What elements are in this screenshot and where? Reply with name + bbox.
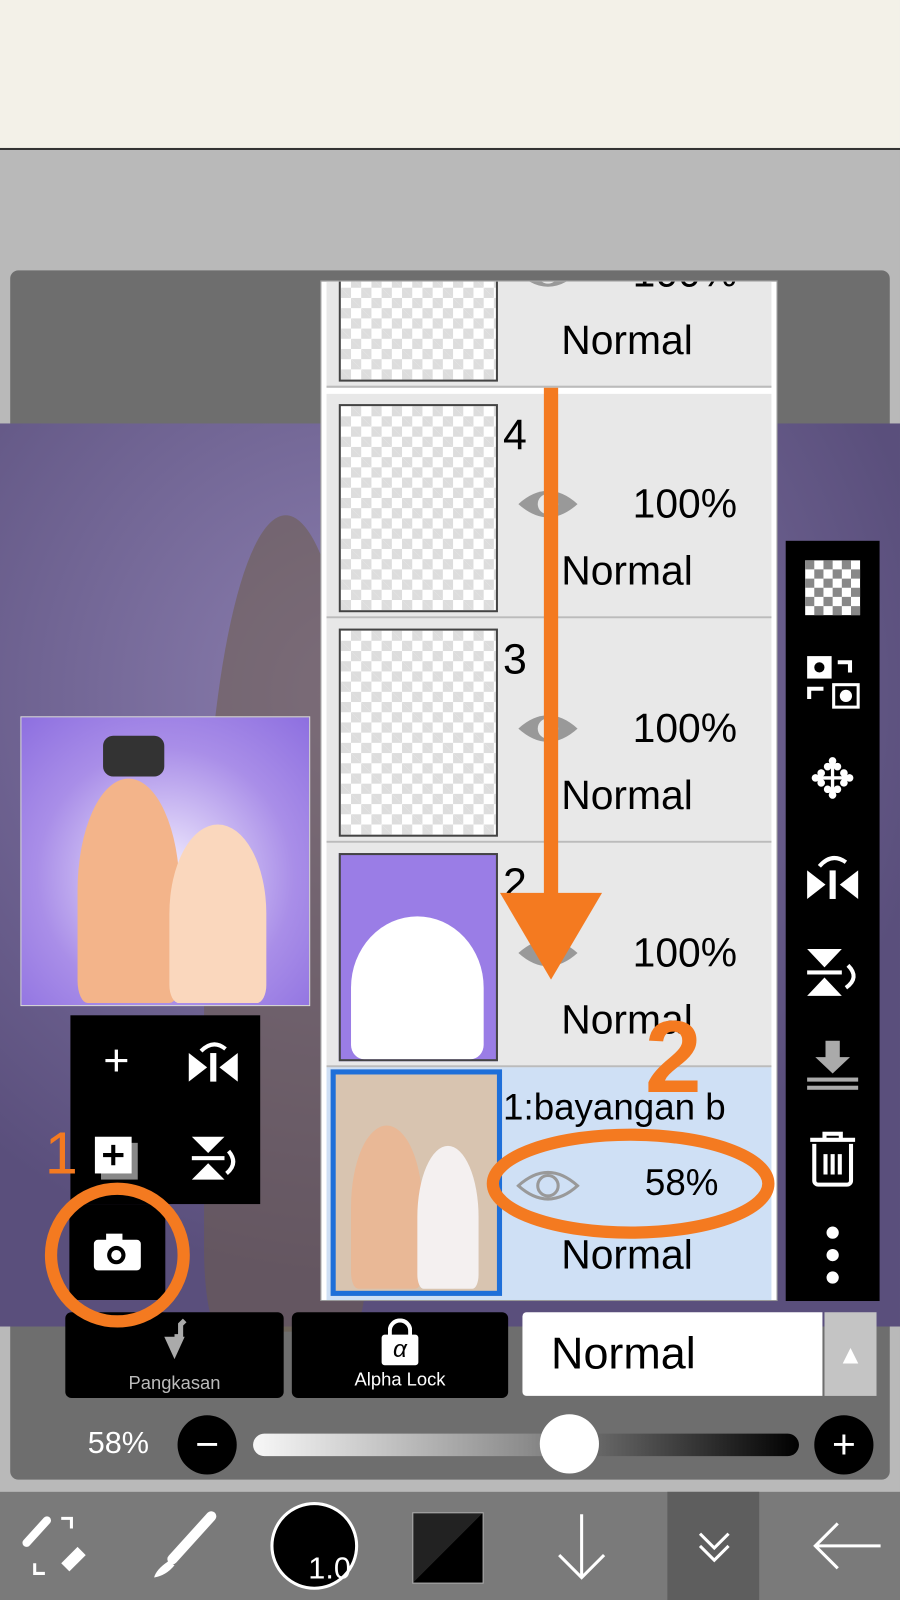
- brush-tool-button[interactable]: [143, 1505, 225, 1587]
- layer-blend-mode: Normal: [561, 318, 693, 364]
- layer-thumbnail: [338, 281, 498, 382]
- camera-icon: [93, 1233, 141, 1271]
- more-vertical-icon: [826, 1226, 839, 1284]
- canvas-preview-thumbnail: [20, 716, 311, 1007]
- clipping-label: Pangkasan: [128, 1372, 221, 1393]
- flip-vertical-icon: [807, 948, 856, 996]
- layer-down-button[interactable]: [541, 1505, 623, 1587]
- trash-icon: [810, 1131, 856, 1187]
- layer-thumbnail: [330, 1069, 503, 1296]
- flip-horizontal-button[interactable]: [167, 1015, 259, 1107]
- duplicate-layer-button[interactable]: [70, 1112, 162, 1204]
- merge-down-icon: [807, 1040, 859, 1090]
- eye-icon[interactable]: [516, 484, 579, 525]
- layer-thumbnail: [338, 853, 498, 1062]
- arrow-left-icon: [813, 1522, 881, 1570]
- layer-item-selected[interactable]: 1:bayangan b 58% Normal: [326, 1067, 772, 1300]
- color-swatch-button[interactable]: [412, 1512, 484, 1584]
- layer-opacity: 100%: [632, 481, 738, 527]
- arrow-down-icon: [558, 1514, 606, 1580]
- blend-mode-dropdown-arrow[interactable]: ▲: [824, 1312, 877, 1396]
- double-chevron-down-icon: [698, 1532, 730, 1563]
- clipping-arrow-icon: [164, 1318, 187, 1360]
- back-button[interactable]: [806, 1505, 888, 1587]
- brush-icon: [154, 1511, 217, 1578]
- tool-switch-button[interactable]: [15, 1505, 97, 1587]
- flip-vertical-side-button[interactable]: [804, 944, 861, 1001]
- layer-list[interactable]: 100% Normal 4 100% Normal 3 100% Normal …: [320, 280, 778, 1302]
- layer-tools: +: [70, 1015, 261, 1205]
- opacity-decrease-button[interactable]: −: [177, 1415, 237, 1475]
- layer-item[interactable]: 2 100% Normal: [326, 842, 772, 1068]
- flip-vertical-button[interactable]: [167, 1112, 259, 1204]
- layer-opacity: 100%: [633, 282, 737, 297]
- layer-item[interactable]: 100% Normal: [326, 281, 772, 388]
- layer-name: 4: [503, 410, 527, 459]
- layer-panel-toggle-button[interactable]: [673, 1505, 755, 1587]
- eye-icon[interactable]: [516, 1165, 580, 1206]
- layer-opacity: 100%: [632, 706, 738, 752]
- eye-icon[interactable]: [516, 708, 579, 749]
- lock-icon: α: [381, 1318, 419, 1366]
- opacity-increase-button[interactable]: +: [814, 1415, 874, 1475]
- alpha-symbol: α: [381, 1334, 419, 1366]
- layer-name: 2: [503, 859, 527, 908]
- layer-thumbnail: [338, 404, 498, 613]
- layer-name: 3: [503, 634, 527, 683]
- clipping-button[interactable]: Pangkasan: [65, 1312, 284, 1398]
- brush-eraser-swap-icon: [22, 1516, 86, 1575]
- layer-opacity: 100%: [632, 930, 738, 976]
- merge-down-button[interactable]: [804, 1036, 861, 1093]
- layer-item[interactable]: 4 100% Normal: [326, 393, 772, 619]
- layer-opacity: 58%: [644, 1161, 719, 1204]
- blend-mode-select[interactable]: Normal: [522, 1312, 823, 1396]
- layer-side-toolbar: ✥: [785, 540, 880, 1302]
- alpha-lock-button[interactable]: α Alpha Lock: [291, 1312, 509, 1398]
- more-options-button[interactable]: [804, 1219, 861, 1290]
- transparent-fill-button[interactable]: [804, 559, 861, 616]
- opacity-value: 58%: [87, 1426, 150, 1461]
- brush-size-button[interactable]: 1.0: [270, 1502, 359, 1590]
- brush-size-value: 1.0: [308, 1552, 351, 1586]
- layer-item[interactable]: 3 100% Normal: [326, 618, 772, 843]
- layer-blend-mode: Normal: [561, 997, 693, 1043]
- layer-name: 1:bayangan b: [503, 1085, 726, 1128]
- eye-icon[interactable]: [516, 281, 579, 294]
- alpha-lock-label: Alpha Lock: [354, 1369, 446, 1390]
- camera-button[interactable]: [69, 1204, 166, 1300]
- layer-blend-mode: Normal: [561, 1232, 693, 1278]
- move-icon: ✥: [809, 748, 856, 810]
- swap-layer-button[interactable]: [804, 653, 861, 710]
- add-layer-button[interactable]: +: [70, 1015, 162, 1107]
- checker-icon: [805, 560, 861, 616]
- eye-icon[interactable]: [516, 933, 579, 974]
- layer-thumbnail: [338, 628, 498, 837]
- flip-horizontal-side-button[interactable]: [804, 847, 861, 904]
- top-app-bar: [0, 0, 900, 150]
- flip-horizontal-icon: [807, 855, 859, 899]
- layer-blend-mode: Normal: [561, 773, 693, 819]
- move-button[interactable]: ✥: [804, 748, 861, 809]
- opacity-slider-handle[interactable]: [540, 1414, 600, 1474]
- delete-layer-button[interactable]: [804, 1131, 861, 1188]
- swap-icon: [807, 656, 860, 709]
- layer-blend-mode: Normal: [561, 548, 693, 594]
- opacity-slider[interactable]: [253, 1433, 799, 1457]
